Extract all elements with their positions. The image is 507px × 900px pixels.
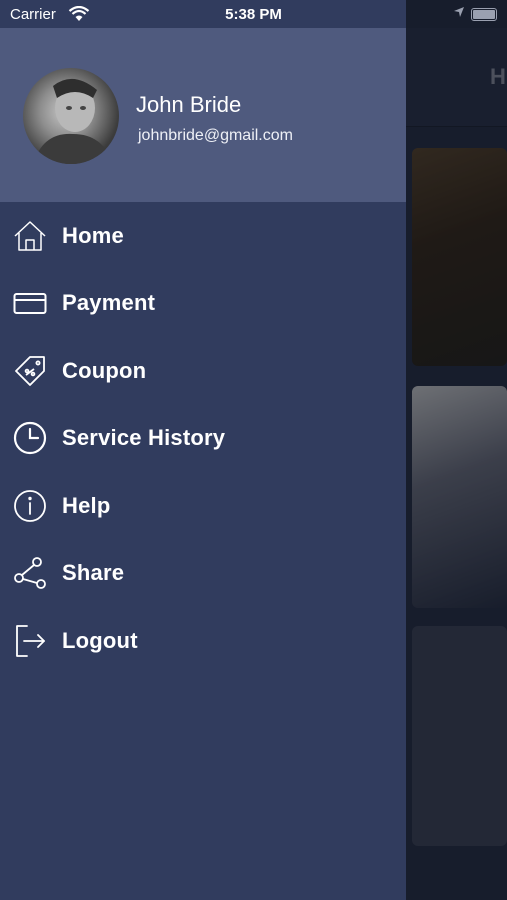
menu-item-label: Share (62, 560, 125, 586)
menu-item-label: Logout (62, 627, 138, 653)
location-arrow-icon (453, 5, 465, 23)
battery-icon (471, 7, 497, 21)
menu-item-label: Coupon (62, 357, 147, 383)
menu-item-home[interactable]: Home (0, 202, 406, 270)
menu-item-payment[interactable]: Payment (0, 270, 406, 338)
avatar (23, 68, 119, 164)
menu-item-coupon[interactable]: Coupon (0, 337, 406, 405)
status-indicators (453, 5, 497, 23)
profile-email: johnbride@gmail.com (138, 127, 293, 144)
status-bar: Carrier 5:38 PM (0, 0, 507, 28)
profile-header: John Bride johnbride@gmail.com (0, 28, 406, 202)
info-icon (13, 489, 47, 523)
menu-item-label: Payment (62, 290, 156, 316)
menu-item-service-history[interactable]: Service History (0, 405, 406, 473)
drawer-menu: Home Payment Coupon Service History Help… (0, 202, 406, 675)
home-icon (13, 219, 47, 253)
card-icon (13, 286, 47, 320)
menu-item-share[interactable]: Share (0, 540, 406, 608)
menu-item-label: Help (62, 492, 111, 518)
status-time: 5:38 PM (225, 6, 282, 23)
menu-item-label: Home (62, 222, 124, 248)
coupon-icon (13, 354, 47, 388)
menu-item-label: Service History (62, 425, 226, 451)
share-icon (13, 556, 47, 590)
menu-item-logout[interactable]: Logout (0, 607, 406, 675)
clock-icon (13, 421, 47, 455)
menu-item-help[interactable]: Help (0, 472, 406, 540)
side-drawer: John Bride johnbride@gmail.com Home Paym… (0, 0, 406, 900)
logout-icon (13, 624, 47, 658)
profile-name: John Bride (136, 92, 242, 117)
